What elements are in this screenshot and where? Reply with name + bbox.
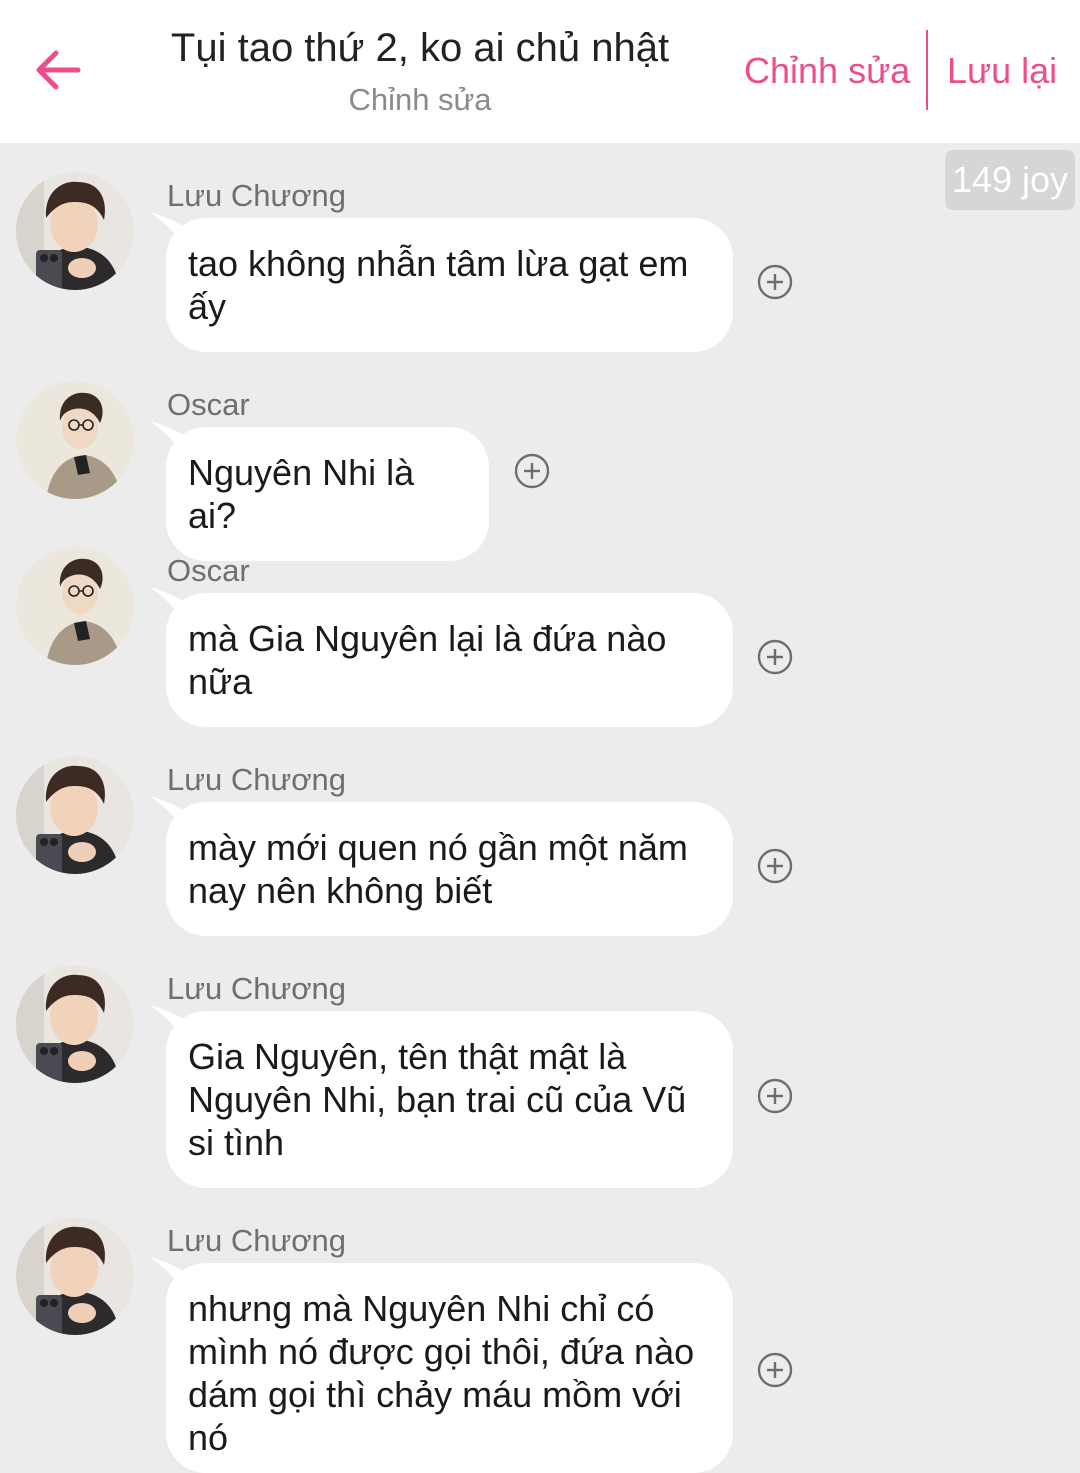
add-reaction-icon[interactable]: [757, 639, 793, 675]
message-bubble[interactable]: mày mới quen nó gần một năm nay nên khôn…: [166, 802, 733, 936]
message-bubble[interactable]: mà Gia Nguyên lại là đứa nào nữa: [166, 593, 733, 727]
message-bubble[interactable]: Nguyên Nhi là ai?: [166, 427, 489, 561]
add-reaction-icon[interactable]: [757, 264, 793, 300]
joy-count-badge: 149 joy: [945, 150, 1075, 210]
edit-button[interactable]: Chỉnh sửa: [744, 50, 910, 92]
add-reaction-icon[interactable]: [757, 848, 793, 884]
sender-name: Lưu Chương: [167, 971, 347, 1006]
message-bubble[interactable]: nhưng mà Nguyên Nhi chỉ có mình nó được …: [166, 1263, 733, 1473]
sender-name: Oscar: [167, 387, 250, 422]
back-arrow-icon[interactable]: [30, 40, 90, 100]
message-bubble[interactable]: tao không nhẫn tâm lừa gạt em ấy: [166, 218, 733, 352]
save-button[interactable]: Lưu lại: [947, 50, 1057, 92]
oscar-avatar[interactable]: [16, 381, 134, 499]
app-header: Tụi tao thứ 2, ko ai chủ nhật Chỉnh sửa …: [0, 0, 1080, 143]
sender-name: Oscar: [167, 553, 250, 588]
chat-subtitle: Chỉnh sửa: [348, 82, 492, 117]
header-divider: [926, 30, 928, 110]
luu-chuong-avatar[interactable]: [16, 172, 134, 290]
luu-chuong-avatar[interactable]: [16, 965, 134, 1083]
add-reaction-icon[interactable]: [514, 453, 550, 489]
sender-name: Lưu Chương: [167, 178, 347, 213]
message-bubble[interactable]: Gia Nguyên, tên thật mật là Nguyên Nhi, …: [166, 1011, 733, 1188]
add-reaction-icon[interactable]: [757, 1078, 793, 1114]
luu-chuong-avatar[interactable]: [16, 1217, 134, 1335]
sender-name: Lưu Chương: [167, 1223, 347, 1258]
chat-title: Tụi tao thứ 2, ko ai chủ nhật: [170, 26, 670, 70]
oscar-avatar[interactable]: [16, 547, 134, 665]
luu-chuong-avatar[interactable]: [16, 756, 134, 874]
add-reaction-icon[interactable]: [757, 1352, 793, 1388]
sender-name: Lưu Chương: [167, 762, 347, 797]
